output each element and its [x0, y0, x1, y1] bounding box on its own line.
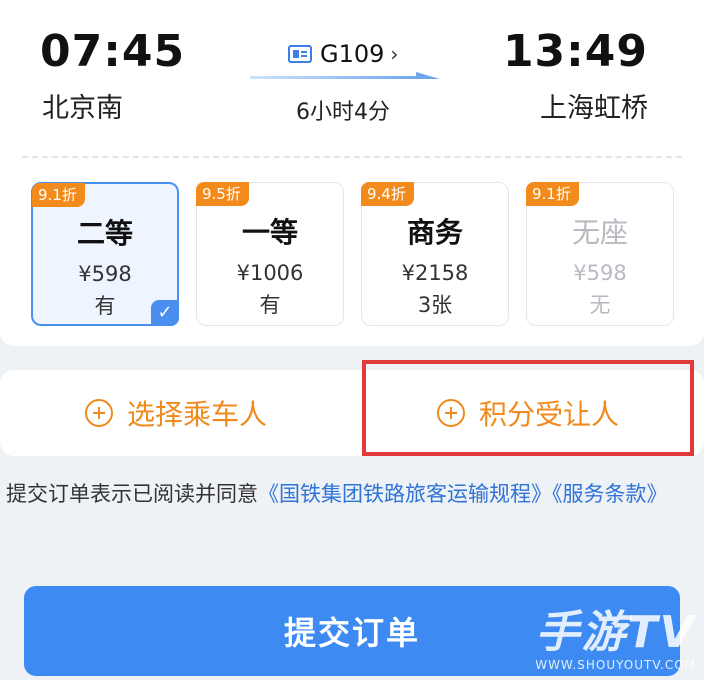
points-transferee-label: 积分受让人 [478, 398, 619, 431]
railway-rules-link[interactable]: 《国铁集团铁路旅客运输规程》 [258, 482, 552, 506]
watermark-logo: 手游TV [535, 607, 696, 658]
submit-order-label: 提交订单 [283, 614, 420, 652]
select-passenger-label: 选择乘车人 [126, 398, 267, 431]
discount-badge: 9.1折 [526, 182, 579, 206]
discount-badge: 9.1折 [32, 183, 85, 207]
seat-option-first-class[interactable]: 9.5折 一等 ¥1006 有 [196, 182, 344, 326]
terms-of-service-link[interactable]: 《服务条款》 [552, 482, 668, 506]
discount-badge: 9.5折 [196, 182, 249, 206]
plus-circle-icon [436, 399, 465, 427]
train-info-card: 07:45 北京南 G109 › 6小时4分 13:49 上海虹桥 9.1折 二… [0, 0, 704, 346]
seat-availability: 有 [259, 293, 281, 317]
seat-class-label: 一等 [241, 216, 298, 249]
seat-price: ¥598 [78, 262, 132, 286]
seat-class-label: 无座 [571, 216, 628, 249]
seat-price: ¥2158 [401, 261, 469, 285]
arrival-station: 上海虹桥 [540, 93, 648, 124]
watermark-url: WWW.SHOUYOUTV.COM [535, 658, 696, 672]
seat-class-label: 商务 [406, 216, 463, 249]
dashed-divider [22, 156, 682, 158]
agreement-prefix: 提交订单表示已阅读并同意 [6, 482, 258, 506]
chevron-right-icon: › [390, 42, 399, 66]
arrival-time: 13:49 [502, 26, 648, 77]
seat-availability: 3张 [417, 293, 453, 317]
select-passenger-button[interactable]: 选择乘车人 [0, 370, 352, 456]
seat-option-business-class[interactable]: 9.4折 商务 ¥2158 3张 [361, 182, 509, 326]
passenger-actions: 选择乘车人 积分受让人 [0, 370, 704, 456]
seat-price: ¥1006 [236, 261, 304, 285]
points-transferee-button[interactable]: 积分受让人 [352, 370, 704, 456]
train-card-icon [288, 45, 312, 63]
trip-duration: 6小时4分 [296, 100, 390, 125]
train-number: G109 [320, 40, 385, 68]
checkmark-icon: ✓ [151, 300, 179, 326]
agreement-text: 提交订单表示已阅读并同意《国铁集团铁路旅客运输规程》《服务条款》 [6, 474, 696, 515]
seat-availability: 无 [589, 293, 611, 317]
direction-arrow-icon [250, 72, 440, 79]
seat-option-second-class[interactable]: 9.1折 二等 ¥598 有 ✓ [31, 182, 179, 326]
departure-station: 北京南 [42, 93, 123, 124]
discount-badge: 9.4折 [361, 182, 414, 206]
seat-option-no-seat[interactable]: 9.1折 无座 ¥598 无 [526, 182, 674, 326]
train-number-link[interactable]: G109 › [288, 40, 398, 68]
departure-time: 07:45 [40, 26, 186, 77]
seat-class-label: 二等 [76, 217, 133, 250]
plus-circle-icon [84, 399, 113, 427]
seat-price: ¥598 [573, 261, 627, 285]
site-watermark: 手游TV WWW.SHOUYOUTV.COM [535, 596, 696, 672]
